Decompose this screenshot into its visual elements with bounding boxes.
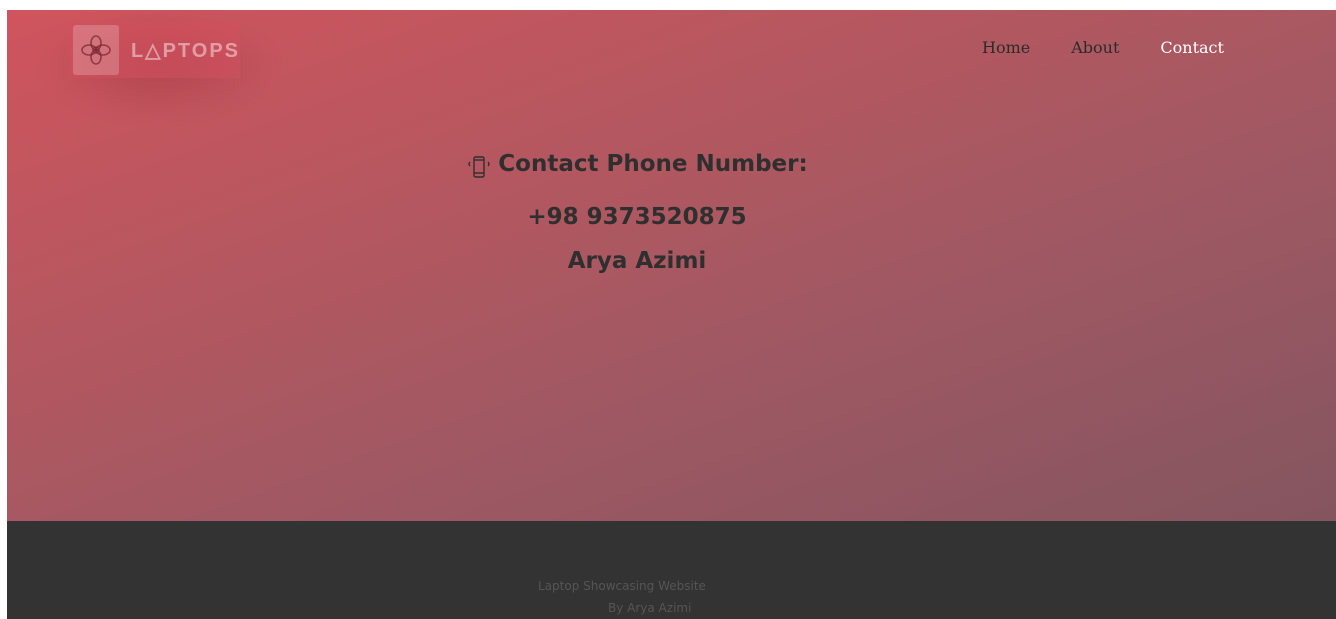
page: L△PTOPS Home About Contact Contact Phone bbox=[7, 10, 1336, 619]
contact-heading-row: Contact Phone Number: bbox=[466, 142, 808, 186]
footer-line-site: Laptop Showcasing Website bbox=[538, 579, 706, 593]
nav-link-home[interactable]: Home bbox=[982, 38, 1030, 57]
main-nav: Home About Contact bbox=[982, 38, 1265, 57]
contact-info: Contact Phone Number: +98 9373520875 Ary… bbox=[337, 142, 937, 283]
site-logo[interactable]: L△PTOPS bbox=[69, 22, 240, 78]
vibrating-phone-icon bbox=[466, 151, 492, 178]
logo-text: L△PTOPS bbox=[130, 39, 240, 62]
footer-text: Laptop Showcasing Website By Arya Azimi bbox=[538, 575, 706, 619]
nav-link-contact[interactable]: Contact bbox=[1160, 38, 1224, 57]
contact-name: Arya Azimi bbox=[567, 248, 707, 274]
hero-section: L△PTOPS Home About Contact Contact Phone bbox=[7, 10, 1336, 521]
contact-phone-number: +98 9373520875 bbox=[527, 204, 747, 230]
footer: Laptop Showcasing Website By Arya Azimi bbox=[7, 521, 1336, 619]
contact-heading: Contact Phone Number: bbox=[498, 151, 808, 177]
footer-line-author: By Arya Azimi bbox=[608, 601, 692, 615]
nav-link-about[interactable]: About bbox=[1071, 38, 1119, 57]
flower-knot-icon bbox=[73, 25, 119, 75]
